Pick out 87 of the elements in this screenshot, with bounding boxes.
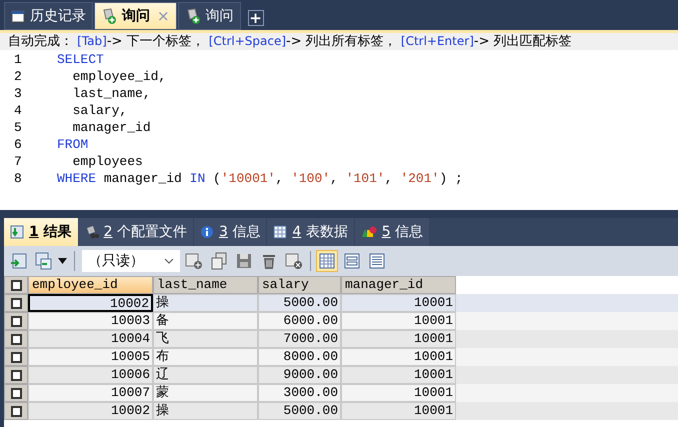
result-tab[interactable]: 1 结果	[4, 218, 78, 246]
line-number: 5	[13, 119, 23, 136]
result-tab[interactable]: 3 信息	[194, 218, 266, 246]
line-number: 7	[13, 153, 23, 170]
code-line: employee_id,	[72, 68, 168, 85]
line-number: 1	[13, 51, 23, 68]
table-cell: 10002	[28, 294, 153, 312]
calendar-icon	[11, 9, 25, 23]
table-cell: 7000.00	[258, 330, 341, 348]
table-cell: 10001	[341, 330, 456, 348]
table-cell: 8000.00	[258, 348, 341, 366]
result-tab[interactable]: 5 信息	[354, 218, 430, 246]
column-header[interactable]: manager_id	[341, 276, 456, 294]
table-cell: 10004	[28, 330, 153, 348]
mode-dropdown[interactable]: （只读）	[82, 250, 180, 272]
table-row[interactable]: 10003 备 6000.00 10001	[4, 312, 678, 330]
table-row[interactable]: 10007 蒙 3000.00 10001	[4, 384, 678, 402]
row-checkbox[interactable]	[10, 334, 22, 344]
form-view-icon	[344, 253, 360, 269]
code-line: FROM	[57, 136, 90, 153]
row-checkbox[interactable]	[10, 352, 22, 362]
table-cell: 辽	[153, 366, 258, 384]
grid-view-icon	[319, 253, 335, 269]
editor-tab[interactable]: 询问	[178, 2, 241, 30]
text-view-icon	[369, 253, 385, 269]
autocomplete-hint: 自动完成： [Tab]-> 下一个标签， [Ctrl+Space]-> 列出所有标签， [Ctrl+Enter]-> 列出匹配标签	[0, 30, 678, 50]
table-cell: 10003	[28, 312, 153, 330]
row-checkbox[interactable]	[10, 280, 22, 290]
binoculars-icon	[84, 225, 99, 239]
table-cell: 10001	[341, 384, 456, 402]
table-cell: 5000.00	[258, 402, 341, 420]
table-cell: 操	[153, 294, 258, 312]
table-cell: 10005	[28, 348, 153, 366]
table-cell: 10001	[341, 294, 456, 312]
document-add-icon	[101, 8, 117, 24]
result-tab[interactable]: 2 个配置文件	[78, 218, 193, 246]
code-line: salary,	[72, 102, 128, 119]
table-row[interactable]: 10002 操 5000.00 10001	[4, 294, 678, 312]
code-line: manager_id	[72, 119, 152, 136]
table-icon	[273, 225, 288, 239]
table-cell: 10006	[28, 366, 153, 384]
result-tab[interactable]: 4 表数据	[267, 218, 354, 246]
view-toggle[interactable]	[316, 250, 338, 272]
line-number: 4	[13, 102, 23, 119]
table-cell: 蒙	[153, 384, 258, 402]
row-checkbox[interactable]	[10, 298, 22, 308]
column-header[interactable]: last_name	[153, 276, 258, 294]
table-cell: 5000.00	[258, 294, 341, 312]
row-checkbox[interactable]	[10, 406, 22, 416]
code-line: employees	[72, 153, 144, 170]
table-cell: 10007	[28, 384, 153, 402]
line-number: 6	[13, 136, 23, 153]
table-cell: 10001	[341, 312, 456, 330]
table-cell: 布	[153, 348, 258, 366]
line-number: 3	[13, 85, 23, 102]
table-cell: 飞	[153, 330, 258, 348]
table-cell: 操	[153, 402, 258, 420]
caret-icon[interactable]	[58, 258, 67, 264]
table-row[interactable]: 10005 布 8000.00 10001	[4, 348, 678, 366]
line-number: 2	[13, 68, 23, 85]
code-line: SELECT	[57, 51, 105, 68]
column-header[interactable]: employee_id	[28, 276, 153, 294]
line-number: 8	[13, 170, 23, 187]
editor-tab[interactable]: 历史记录	[4, 2, 93, 30]
document-add-icon	[184, 8, 201, 24]
table-cell: 备	[153, 312, 258, 330]
shapes-icon	[360, 225, 377, 239]
table-cell: 10001	[341, 366, 456, 384]
new-tab-button[interactable]: +	[248, 10, 264, 26]
table-row[interactable]: 10004 飞 7000.00 10001	[4, 330, 678, 348]
table-cell: 9000.00	[258, 366, 341, 384]
table-cell: 3000.00	[258, 384, 341, 402]
chevron-down-icon	[164, 258, 174, 264]
code-line: last_name,	[72, 85, 152, 102]
column-header[interactable]: salary	[258, 276, 341, 294]
table-row[interactable]: 10002 操 5000.00 10001	[4, 402, 678, 420]
row-checkbox[interactable]	[10, 316, 22, 326]
row-checkbox[interactable]	[10, 388, 22, 398]
table-cell: 10002	[28, 402, 153, 420]
row-checkbox[interactable]	[10, 370, 22, 380]
info-icon	[200, 225, 214, 239]
table-cell: 6000.00	[258, 312, 341, 330]
table-row[interactable]: 10006 辽 9000.00 10001	[4, 366, 678, 384]
table-cell: 10001	[341, 402, 456, 420]
code-line: WHERE manager_id IN ('10001', '100', '101', '201') ;	[57, 170, 463, 187]
editor-tab[interactable]: 询问 ×	[94, 2, 177, 30]
table-cell: 10001	[341, 348, 456, 366]
